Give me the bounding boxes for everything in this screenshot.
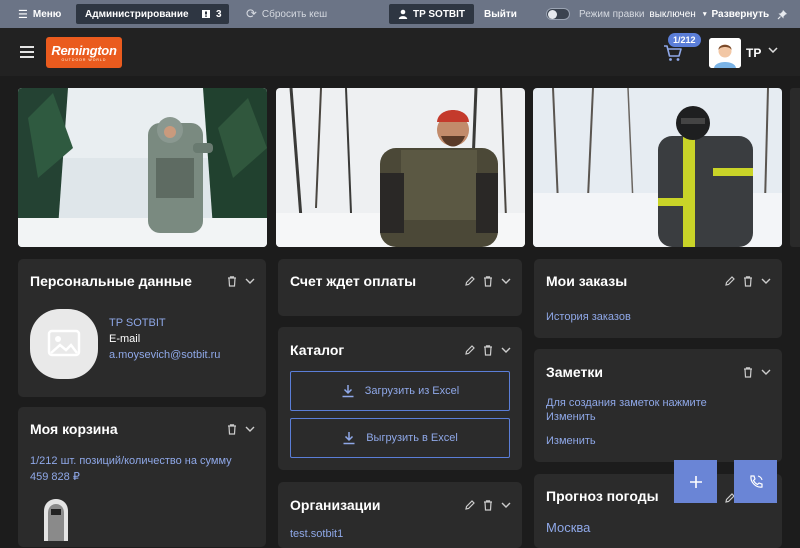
phone-icon: [749, 474, 763, 488]
download-excel-label: Выгрузить в Excel: [366, 432, 458, 444]
cart-product-thumbnail[interactable]: [38, 491, 74, 541]
chevron-down-icon[interactable]: [244, 275, 256, 287]
chevron-down-icon[interactable]: [768, 47, 778, 53]
invoice-widget: Счет ждет оплаты: [278, 259, 522, 316]
widget-title: Мои заказы: [546, 273, 628, 289]
image-placeholder-icon: [47, 329, 81, 357]
banner-image[interactable]: [276, 88, 525, 247]
download-excel-button[interactable]: Выгрузить в Excel: [290, 418, 510, 458]
add-widget-button[interactable]: [674, 460, 717, 503]
user-name-link[interactable]: TP SOTBIT: [109, 317, 220, 329]
email-label: E-mail: [109, 333, 141, 345]
reset-cache-button[interactable]: ⟳ Сбросить кеш: [246, 0, 327, 28]
chevron-down-icon[interactable]: [500, 344, 512, 356]
trash-icon[interactable]: [742, 366, 754, 378]
pencil-icon[interactable]: [464, 275, 476, 287]
callback-button[interactable]: [734, 460, 777, 503]
notes-edit-link[interactable]: Изменить: [546, 435, 596, 447]
administration-button[interactable]: Администрирование: [76, 4, 198, 24]
notification-icon: [202, 10, 210, 18]
notes-edit-link[interactable]: Изменить: [546, 411, 596, 423]
admin-bar: ☰ Меню Администрирование 3 ⟳ Сбросить ке…: [0, 0, 800, 28]
trash-icon[interactable]: [226, 275, 238, 287]
chevron-down-icon[interactable]: [760, 275, 772, 287]
banner-image: [790, 88, 800, 247]
admin-menu-button[interactable]: ☰ Меню: [18, 0, 61, 28]
toggle-switch[interactable]: [546, 8, 570, 20]
expand-label: Развернуть: [711, 8, 770, 20]
upload-excel-label: Загрузить из Excel: [364, 385, 460, 397]
administration-label: Администрирование: [85, 8, 189, 20]
logout-button[interactable]: Выйти: [484, 0, 517, 28]
order-history-link[interactable]: История заказов: [546, 311, 631, 323]
chevron-down-icon[interactable]: [500, 499, 512, 511]
edit-mode-toggle[interactable]: Режим правки выключен: [546, 0, 696, 28]
pencil-icon[interactable]: [464, 499, 476, 511]
trash-icon[interactable]: [482, 499, 494, 511]
site-logo[interactable]: Remington OUTDOOR WORLD: [46, 37, 122, 68]
admin-user-button[interactable]: TP SOTBIT: [389, 4, 475, 24]
widget-title: Моя корзина: [30, 421, 118, 437]
organizations-widget: Организации test.sotbit1: [278, 482, 522, 548]
my-orders-widget: Мои заказы История заказов: [534, 259, 782, 338]
menu-icon: ☰: [18, 8, 28, 21]
edit-mode-state: выключен: [649, 8, 696, 20]
trash-icon[interactable]: [226, 423, 238, 435]
logout-label: Выйти: [484, 8, 517, 20]
trash-icon[interactable]: [482, 275, 494, 287]
chevron-down-icon[interactable]: [760, 366, 772, 378]
organization-link[interactable]: test.sotbit1: [290, 528, 343, 540]
cart-summary-link[interactable]: 1/212 шт. позиций/количество на сумму 45…: [30, 453, 245, 485]
email-value[interactable]: a.moysevich@sotbit.ru: [109, 349, 220, 361]
widget-title: Каталог: [290, 342, 345, 358]
download-icon: [342, 385, 354, 398]
profile-photo-placeholder: [30, 309, 98, 379]
widget-title: Организации: [290, 497, 381, 513]
expand-button[interactable]: ▾ Развернуть: [703, 0, 769, 28]
pencil-icon[interactable]: [724, 275, 736, 287]
pin-icon: [777, 9, 787, 19]
notifications-button[interactable]: 3: [194, 4, 229, 24]
notes-widget: Заметки Для создания заметок нажмите Изм…: [534, 349, 782, 462]
trash-icon[interactable]: [742, 275, 754, 287]
admin-menu-label: Меню: [32, 8, 62, 20]
chevron-down-icon[interactable]: [500, 275, 512, 287]
banner-image[interactable]: [18, 88, 267, 247]
banner-image[interactable]: [533, 88, 782, 247]
refresh-icon: ⟳: [246, 6, 257, 21]
hamburger-menu-icon[interactable]: [20, 46, 34, 58]
notes-hint-text: Для создания заметок нажмите: [546, 397, 707, 409]
avatar[interactable]: [709, 38, 741, 68]
pin-button[interactable]: [777, 0, 788, 28]
logo-subtext: OUTDOOR WORLD: [61, 58, 107, 62]
widget-title: Заметки: [546, 364, 603, 380]
widget-title: Счет ждет оплаты: [290, 273, 417, 289]
edit-mode-label: Режим правки: [579, 8, 645, 20]
notes-hint[interactable]: Для создания заметок нажмите Изменить: [546, 396, 771, 424]
pencil-icon[interactable]: [464, 344, 476, 356]
widget-title: Персональные данные: [30, 273, 192, 289]
widget-title: Прогноз погоды: [546, 488, 659, 504]
caret-down-icon: ▾: [703, 11, 707, 18]
download-icon: [343, 432, 355, 445]
weather-city-link[interactable]: Москва: [546, 520, 590, 535]
logo-text: Remington: [51, 43, 117, 58]
notification-count: 3: [216, 8, 222, 20]
upload-excel-button[interactable]: Загрузить из Excel: [290, 371, 510, 411]
my-cart-widget: Моя корзина 1/212 шт. позиций/количество…: [18, 407, 266, 547]
admin-user-label: TP SOTBIT: [413, 8, 466, 20]
personal-data-widget: Персональные данные TP SOTBIT E-mail a.m…: [18, 259, 266, 397]
reset-cache-label: Сбросить кеш: [261, 8, 328, 20]
user-initials[interactable]: TP: [746, 46, 761, 60]
user-icon: [398, 9, 408, 19]
chevron-down-icon[interactable]: [244, 423, 256, 435]
catalog-widget: Каталог Загрузить из Excel Выгрузить в E…: [278, 327, 522, 470]
trash-icon[interactable]: [482, 344, 494, 356]
cart-icon[interactable]: [663, 44, 683, 62]
plus-icon: [689, 475, 702, 488]
